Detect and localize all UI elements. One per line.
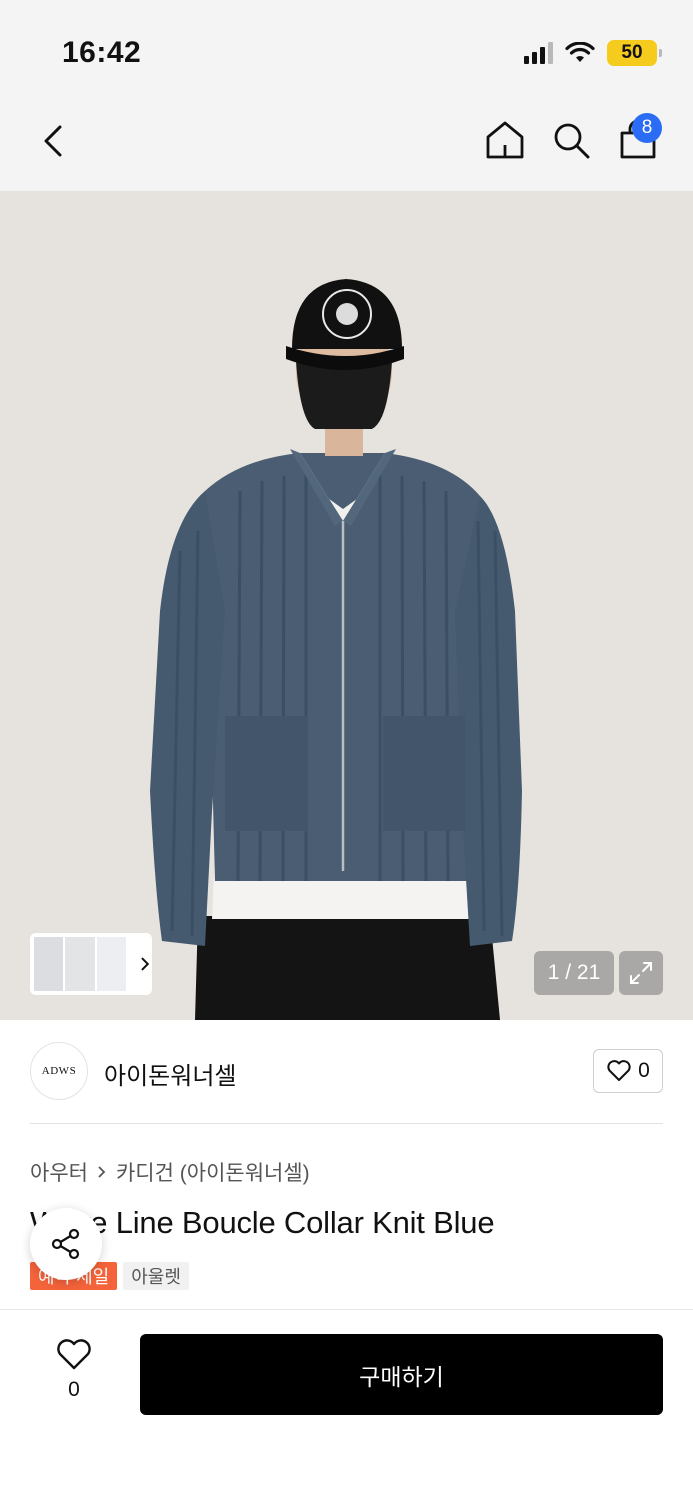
divider [0,1309,693,1310]
heart-icon [57,1339,91,1370]
brand-name[interactable]: 아이돈워너셀 [104,1056,236,1091]
product-image[interactable]: 1 / 21 [0,191,693,1020]
nav-bar: 8 [0,95,693,191]
thumbnail-image[interactable] [34,937,64,991]
breadcrumb-item[interactable]: 아우터 [30,1157,88,1187]
chevron-right-icon [98,1166,106,1178]
product-like-count: 0 [68,1378,80,1401]
breadcrumb: 아우터 카디건 (아이돈워너셀) [30,1157,310,1187]
thumbnail-strip[interactable] [30,933,152,995]
cart-count-badge: 8 [632,113,662,143]
home-icon[interactable] [484,119,526,161]
back-icon[interactable] [34,119,74,163]
cellular-signal-icon [524,42,553,64]
brand-logo[interactable]: ADWS [30,1042,88,1100]
status-time: 16:42 [62,36,142,69]
product-like-button[interactable]: 0 [48,1338,100,1410]
product-photo [0,191,693,1020]
heart-icon [607,1060,631,1081]
divider [30,1123,663,1124]
search-icon[interactable] [550,119,592,161]
expand-icon [630,962,652,984]
expand-button[interactable] [619,951,663,995]
thumbnail-image[interactable] [65,937,95,991]
status-bar: 16:42 50 [0,0,693,95]
thumbnail-image[interactable] [96,937,127,991]
wifi-icon [565,42,595,62]
status-icons: 50 [524,40,662,66]
image-counter: 1 / 21 [534,951,614,995]
brand-row[interactable]: ADWS 아이돈워너셀 0 [30,1040,663,1102]
share-icon [51,1228,80,1260]
buy-button[interactable]: 구매하기 [140,1334,663,1415]
share-button[interactable] [30,1208,102,1280]
outlet-tag: 아울렛 [123,1262,189,1290]
brand-like-count: 0 [638,1059,650,1082]
battery-indicator: 50 [607,40,662,66]
breadcrumb-item[interactable]: 카디건 (아이돈워너셀) [116,1157,310,1187]
brand-like-button[interactable]: 0 [593,1049,663,1093]
chevron-right-icon [141,957,150,971]
